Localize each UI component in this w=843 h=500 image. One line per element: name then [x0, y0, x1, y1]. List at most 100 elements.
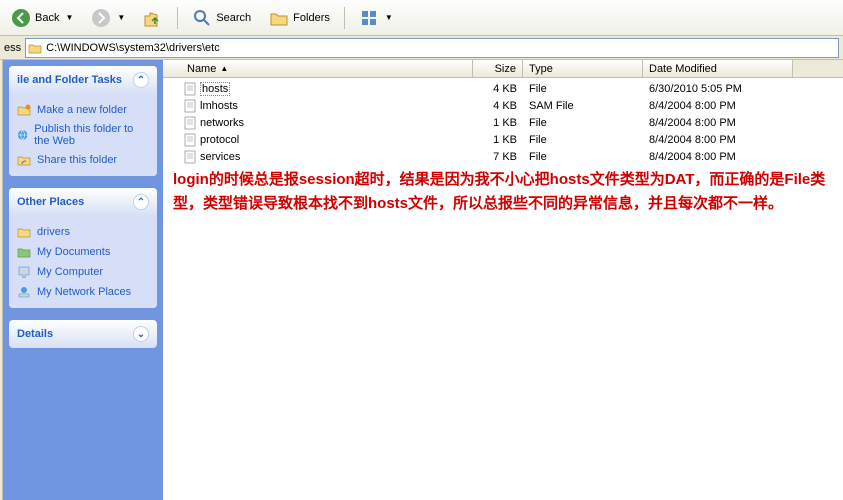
file-type: File	[523, 151, 643, 163]
collapse-icon: ⌃	[133, 194, 149, 210]
file-row[interactable]: services7 KBFile8/4/2004 8:00 PM	[163, 148, 843, 165]
col-size[interactable]: Size	[473, 60, 523, 77]
back-dropdown-icon: ▼	[65, 13, 73, 22]
file-name: hosts	[200, 83, 230, 95]
file-date: 8/4/2004 8:00 PM	[643, 134, 793, 146]
places-body: drivers My Documents My Computer My Netw…	[9, 216, 157, 308]
file-icon	[183, 133, 197, 147]
file-size: 1 KB	[473, 117, 523, 129]
file-row[interactable]: lmhosts4 KBSAM File8/4/2004 8:00 PM	[163, 97, 843, 114]
col-type-label: Type	[529, 63, 553, 75]
task-share[interactable]: Share this folder	[17, 150, 149, 170]
task-label: Publish this folder to the Web	[34, 123, 149, 147]
file-name: networks	[200, 117, 244, 129]
forward-icon	[91, 8, 111, 28]
file-size: 4 KB	[473, 83, 523, 95]
details-header[interactable]: Details ⌄	[9, 320, 157, 348]
globe-icon	[17, 128, 28, 142]
tasks-body: Make a new folder Publish this folder to…	[9, 94, 157, 176]
forward-button[interactable]: ▼	[84, 4, 132, 32]
file-type: File	[523, 134, 643, 146]
main-area: ile and Folder Tasks ⌃ Make a new folder…	[0, 60, 843, 500]
folder-icon	[28, 41, 42, 55]
file-list-view: Name ▲ Size Type Date Modified hosts 4 KB…	[163, 60, 843, 500]
back-label: Back	[35, 12, 59, 24]
folders-label: Folders	[293, 12, 330, 24]
folders-button[interactable]: Folders	[262, 4, 337, 32]
share-icon	[17, 153, 31, 167]
file-size: 4 KB	[473, 100, 523, 112]
main-toolbar: Back ▼ ▼ Search Folders ▼	[0, 0, 843, 36]
place-computer[interactable]: My Computer	[17, 262, 149, 282]
file-type: SAM File	[523, 100, 643, 112]
tasks-header[interactable]: ile and Folder Tasks ⌃	[9, 66, 157, 94]
separator	[344, 7, 345, 29]
task-label: Share this folder	[37, 154, 117, 166]
details-panel: Details ⌄	[9, 320, 157, 348]
place-label: My Documents	[37, 246, 110, 258]
file-name: services	[200, 151, 240, 163]
expand-icon: ⌄	[133, 326, 149, 342]
address-bar: ess C:\WINDOWS\system32\drivers\etc	[0, 36, 843, 60]
annotation-text: login的时候总是报session超时，结果是因为我不小心把hosts文件类型…	[173, 168, 833, 216]
col-type[interactable]: Type	[523, 60, 643, 77]
documents-icon	[17, 245, 31, 259]
file-rows: hosts4 KBFile6/30/2010 5:05 PMlmhosts4 K…	[163, 78, 843, 167]
views-button[interactable]: ▼	[352, 4, 400, 32]
address-path: C:\WINDOWS\system32\drivers\etc	[46, 42, 220, 54]
file-type: File	[523, 83, 643, 95]
folders-icon	[269, 8, 289, 28]
separator	[177, 7, 178, 29]
tasks-panel: ile and Folder Tasks ⌃ Make a new folder…	[9, 66, 157, 176]
file-icon	[183, 116, 197, 130]
file-row[interactable]: hosts 4 KBFile6/30/2010 5:05 PM	[163, 80, 843, 97]
sidebar: ile and Folder Tasks ⌃ Make a new folder…	[3, 60, 163, 500]
task-label: Make a new folder	[37, 104, 127, 116]
file-size: 1 KB	[473, 134, 523, 146]
back-button[interactable]: Back ▼	[4, 4, 80, 32]
up-icon	[143, 8, 163, 28]
col-size-label: Size	[495, 63, 516, 75]
col-date-label: Date Modified	[649, 63, 717, 75]
file-icon	[183, 82, 197, 96]
column-headers: Name ▲ Size Type Date Modified	[163, 60, 843, 78]
file-icon	[183, 150, 197, 164]
details-title: Details	[17, 328, 53, 340]
file-date: 6/30/2010 5:05 PM	[643, 83, 793, 95]
views-dropdown-icon: ▼	[385, 13, 393, 22]
search-icon	[192, 8, 212, 28]
place-network[interactable]: My Network Places	[17, 282, 149, 302]
place-drivers[interactable]: drivers	[17, 222, 149, 242]
new-folder-icon	[17, 103, 31, 117]
place-label: drivers	[37, 226, 70, 238]
place-documents[interactable]: My Documents	[17, 242, 149, 262]
file-icon	[183, 99, 197, 113]
sort-icon: ▲	[220, 64, 228, 73]
up-button[interactable]	[136, 4, 170, 32]
col-name[interactable]: Name ▲	[163, 60, 473, 77]
address-input[interactable]: C:\WINDOWS\system32\drivers\etc	[25, 38, 839, 58]
folder-icon	[17, 225, 31, 239]
col-date[interactable]: Date Modified	[643, 60, 793, 77]
file-size: 7 KB	[473, 151, 523, 163]
file-date: 8/4/2004 8:00 PM	[643, 117, 793, 129]
file-type: File	[523, 117, 643, 129]
places-title: Other Places	[17, 196, 84, 208]
task-publish[interactable]: Publish this folder to the Web	[17, 120, 149, 150]
search-button[interactable]: Search	[185, 4, 258, 32]
file-row[interactable]: networks 1 KBFile8/4/2004 8:00 PM	[163, 114, 843, 131]
computer-icon	[17, 265, 31, 279]
file-name: protocol	[200, 134, 239, 146]
fwd-dropdown-icon: ▼	[117, 13, 125, 22]
file-row[interactable]: protocol 1 KBFile8/4/2004 8:00 PM	[163, 131, 843, 148]
place-label: My Network Places	[37, 286, 131, 298]
back-icon	[11, 8, 31, 28]
col-name-label: Name	[187, 63, 216, 75]
collapse-icon: ⌃	[133, 72, 149, 88]
network-icon	[17, 285, 31, 299]
search-label: Search	[216, 12, 251, 24]
places-panel: Other Places ⌃ drivers My Documents My C…	[9, 188, 157, 308]
task-new-folder[interactable]: Make a new folder	[17, 100, 149, 120]
places-header[interactable]: Other Places ⌃	[9, 188, 157, 216]
place-label: My Computer	[37, 266, 103, 278]
